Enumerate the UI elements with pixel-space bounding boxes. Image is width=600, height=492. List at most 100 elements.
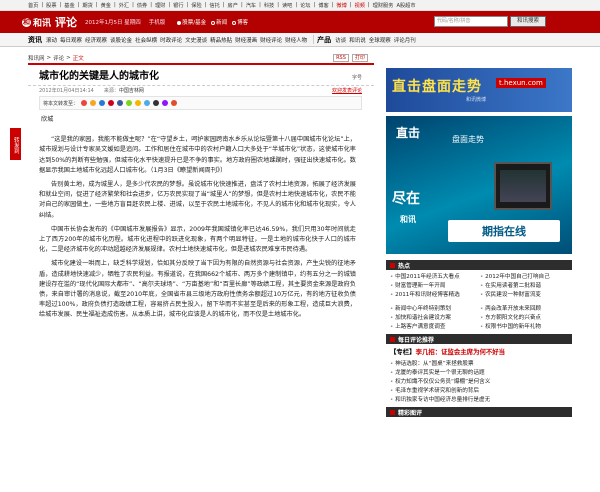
channel-item[interactable]: 社会纵横 [135, 36, 157, 44]
share-site-icon[interactable] [99, 100, 106, 106]
share-site-icon[interactable] [117, 100, 124, 106]
channel-item[interactable]: 滚动 [46, 36, 57, 44]
site-header: 和 和讯 评论 2012年1月5日 星期四 手机版 股票/基金 新闻 博客 代码/名… [0, 11, 600, 33]
topnav-link[interactable]: 黄金 [101, 2, 111, 9]
channel-item[interactable]: 时政评论 [160, 36, 182, 44]
topnav-link[interactable]: 股票 [46, 2, 56, 9]
topnav-link[interactable]: 基金 [64, 2, 74, 9]
channel-item[interactable]: 访谈 [335, 36, 346, 44]
radio-label: 新闻 [216, 20, 228, 26]
list-row: 2011年和讯财经博客精选农民建设一种财富流变 [390, 291, 570, 300]
rss-button[interactable]: RSS [333, 54, 349, 62]
share-site-icon[interactable] [144, 100, 151, 106]
list-row: 毛泽东重视学术研究和创新的背后 [390, 387, 570, 396]
topnav-link[interactable]: 首页 [28, 2, 38, 9]
share-site-icon[interactable] [153, 100, 160, 106]
share-site-icon[interactable] [90, 100, 97, 106]
share-site-icon[interactable] [108, 100, 115, 106]
list-item[interactable]: 东方朝阳文化的兴奋点 [480, 314, 570, 323]
site-logo[interactable]: 和 和讯 评论 [22, 14, 77, 30]
share-site-icon[interactable] [81, 100, 88, 106]
channel-item[interactable]: 财经漫画 [235, 36, 257, 44]
topnav-link[interactable]: 理财服务 [373, 2, 394, 9]
search-input[interactable]: 代码/名称/拼音 [434, 16, 508, 27]
list-item[interactable]: 上路客户满意度调查 [390, 323, 480, 332]
share-site-icon[interactable] [162, 100, 169, 106]
topnav-link[interactable]: 理财 [155, 2, 165, 9]
banner-ad-weibo[interactable]: 直击盘面走势 t.hexun.com 和讯微博 [386, 68, 572, 112]
list-item[interactable]: 新闻中心年终特别策划 [390, 305, 480, 314]
topnav-link[interactable]: 汽车 [246, 2, 256, 9]
topnav-link[interactable]: 银行 [173, 2, 183, 9]
topnav-link[interactable]: 信托 [209, 2, 219, 9]
share-site-icon[interactable] [171, 100, 178, 106]
list-item[interactable]: 和讯独家专访中国经济总量排行是虚无 [390, 396, 570, 405]
breadcrumb-section[interactable]: 评论 [53, 54, 64, 62]
list-item[interactable]: 财富管理新一年开局 [390, 282, 480, 291]
daily-focus[interactable]: 【专栏】李几招：证监会主席为何不好当 [386, 344, 572, 357]
channel-item[interactable]: 谈股论金 [110, 36, 132, 44]
list-item[interactable]: 龙厦的泰评其实是一个很无聊的话题 [390, 369, 570, 378]
list-row: 财富管理新一年开局在实用读者第二批和谐 [390, 282, 570, 291]
topnav-link[interactable]: 论坛 [300, 2, 310, 9]
list-item[interactable]: 加快和谐社会建设方案 [390, 314, 480, 323]
search-scope-option[interactable]: 新闻 [211, 18, 227, 26]
list-row: 中国2011年经济五大看点2012年中国自己打响自己 [390, 273, 570, 282]
topnav-link[interactable]: 房产 [228, 2, 238, 9]
print-button[interactable]: 打印 [352, 54, 368, 62]
article-title: 城市化的关键是人的城市化 [28, 68, 374, 86]
breadcrumb-home[interactable]: 和讯网 [28, 54, 45, 62]
ad2-cta: 期指在线 [448, 220, 560, 242]
topnav-link[interactable]: 期货 [82, 2, 92, 9]
hot-header: 热点 [386, 260, 572, 270]
topnav-link[interactable]: 债券 [137, 2, 147, 9]
article-source[interactable]: 中国吉林网 [119, 88, 144, 94]
list-row: 加快和谐社会建设方案东方朝阳文化的兴奋点 [390, 314, 570, 323]
ad1-headline: 直击盘面走势 [392, 79, 482, 95]
radio-icon [177, 20, 182, 25]
channel-item[interactable]: 每日观察 [60, 36, 82, 44]
list-item[interactable]: 神话选股：从“圆桌”来拯救股票 [390, 360, 570, 369]
topnav-hot-link[interactable]: 微博 [336, 2, 346, 9]
article-meta: 2012年01月04日14:14 来源：中国吉林网 欢迎发表评论 [28, 86, 374, 96]
font-size-control[interactable]: 字号 [352, 74, 362, 81]
ad2-brand: 和讯 [400, 215, 416, 224]
channel-item[interactable]: 财经人物 [285, 36, 307, 44]
banner-ad-futures[interactable]: 直击 盘面走势 尽在 和讯 期指在线 [386, 116, 572, 254]
share-site-icon[interactable] [135, 100, 142, 106]
topnav-hot-link[interactable]: 视频 [355, 2, 365, 9]
channel-item[interactable]: 精品热贴 [210, 36, 232, 44]
comment-link[interactable]: 欢迎发表评论 [332, 86, 362, 96]
list-item[interactable]: 权力知識不仅仅公务员“爆棚”是何含义 [390, 378, 570, 387]
share-side-tab[interactable]: 转发到 [10, 128, 21, 160]
list-item[interactable]: 在实用读者第二批和谐 [480, 282, 570, 291]
mobile-link[interactable]: 手机版 [149, 18, 166, 26]
channel-item[interactable]: 经济观察 [85, 36, 107, 44]
channel-item[interactable]: 文史漫谈 [185, 36, 207, 44]
topnav-link[interactable]: 外汇 [119, 2, 129, 9]
channel-bar: 资讯 滚动 每日观察 经济观察 谈股论金 社会纵横 时政评论 文史漫谈 精品热贴 财经漫画 财经评论… [0, 33, 600, 47]
channel-item[interactable]: 全球观察 [369, 36, 391, 44]
search-button[interactable]: 和讯搜索 [510, 16, 546, 27]
search-scope-option[interactable]: 股票/基金 [177, 18, 206, 26]
topnav-link[interactable]: 读吧 [282, 2, 292, 9]
list-item[interactable]: 两会改革开放未来回顾 [480, 305, 570, 314]
list-item[interactable]: 农民建设一种财富流变 [480, 291, 570, 300]
topnav-link[interactable]: 科技 [264, 2, 274, 9]
list-item[interactable]: 毛泽东重视学术研究和创新的背后 [390, 387, 570, 396]
list-row: 龙厦的泰评其实是一个很无聊的话题 [390, 369, 570, 378]
channel-item[interactable]: 评论月刊 [394, 36, 416, 44]
topnav-link[interactable]: 保险 [191, 2, 201, 9]
topnav-link[interactable]: A股超市 [396, 2, 415, 9]
list-item[interactable]: 2011年和讯财经博客精选 [390, 291, 480, 300]
list-item[interactable]: 2012年中国自己打响自己 [480, 273, 570, 282]
channel-item[interactable]: 财经评论 [260, 36, 282, 44]
channel-item[interactable]: 和讯说 [349, 36, 366, 44]
list-item[interactable]: 权限书中国的新年礼物 [480, 323, 570, 332]
article-paragraph: 中国市长协会发布的《中国城市发展报告》显示，2009年我国城镇化率已达46.59… [39, 225, 356, 254]
topnav-link[interactable]: 博客 [318, 2, 328, 9]
share-site-icon[interactable] [126, 100, 133, 106]
search-scope-option[interactable]: 博客 [232, 18, 248, 26]
list-item[interactable]: 中国2011年经济五大看点 [390, 273, 480, 282]
article: 城市化的关键是人的城市化 字号 2012年01月04日14:14 来源：中国吉林… [28, 68, 454, 325]
